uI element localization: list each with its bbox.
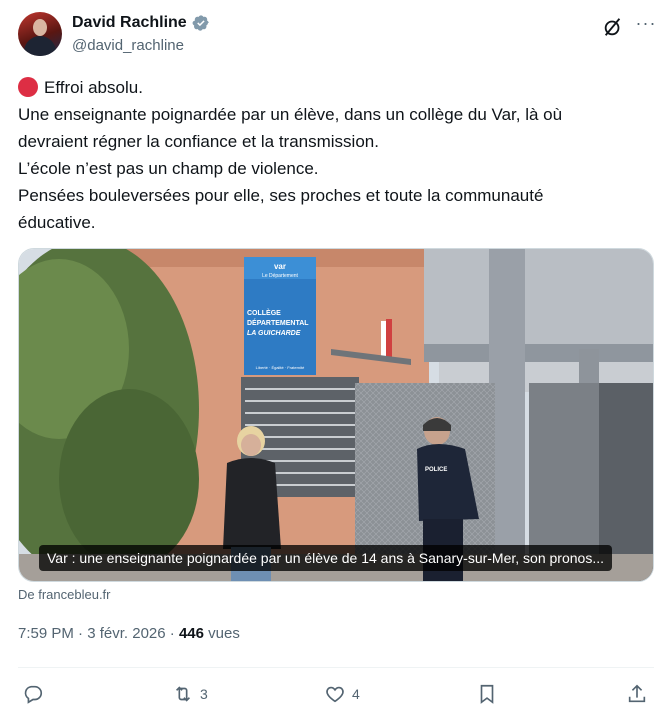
reply-button[interactable] bbox=[22, 678, 50, 710]
sign-motto: Liberté · Égalité · Fraternité bbox=[256, 365, 305, 370]
tweet-header: David Rachline @david_rachline ··· bbox=[18, 12, 658, 60]
sign-brand: var bbox=[274, 262, 286, 271]
repost-button[interactable]: 3 bbox=[172, 678, 208, 710]
name-row: David Rachline bbox=[72, 14, 210, 32]
more-icon[interactable]: ··· bbox=[635, 14, 657, 38]
sign-line-1: COLLÈGE bbox=[247, 308, 281, 317]
red-circle-icon bbox=[18, 77, 38, 97]
tweet-line-5: Pensées bouleversées pour elle, ses proc… bbox=[18, 186, 544, 205]
tweet-line-3: devraient régner la confiance et la tran… bbox=[18, 132, 379, 151]
repost-icon bbox=[175, 686, 191, 702]
share-button[interactable] bbox=[626, 678, 648, 710]
tweet-time[interactable]: 7:59 PM bbox=[18, 625, 74, 642]
display-name[interactable]: David Rachline bbox=[72, 14, 187, 32]
meta-separator: · bbox=[78, 625, 84, 642]
verified-badge-icon bbox=[192, 15, 209, 31]
tweet-meta: 7:59 PM · 3 févr. 2026 · 446 vues bbox=[18, 625, 240, 642]
link-source[interactable]: De francebleu.fr bbox=[18, 587, 111, 602]
reply-icon bbox=[24, 685, 43, 704]
link-card-image[interactable]: var Le Département COLLÈGE DÉPARTEMENTAL… bbox=[18, 248, 654, 582]
like-count: 4 bbox=[352, 686, 360, 702]
views-label: vues bbox=[208, 625, 240, 642]
repost-count: 3 bbox=[200, 686, 208, 702]
avatar-shoulders bbox=[24, 36, 56, 56]
grok-icon[interactable] bbox=[602, 16, 624, 38]
sign-line-3: LA GUICHARDE bbox=[247, 330, 301, 337]
avatar-face bbox=[33, 19, 47, 36]
user-handle[interactable]: @david_rachline bbox=[72, 37, 184, 54]
divider bbox=[18, 667, 654, 668]
bookmark-button[interactable] bbox=[476, 678, 498, 710]
sign-line-2: DÉPARTEMENTAL bbox=[247, 318, 309, 327]
avatar[interactable] bbox=[18, 12, 62, 56]
news-photo: var Le Département COLLÈGE DÉPARTEMENTAL… bbox=[19, 249, 653, 581]
like-icon bbox=[326, 686, 344, 703]
tweet-text: Effroi absolu. Une enseignante poignardé… bbox=[18, 74, 658, 236]
meta-separator-2: · bbox=[169, 625, 175, 642]
like-button[interactable]: 4 bbox=[324, 678, 360, 710]
tweet-line-1: Effroi absolu. bbox=[18, 74, 658, 101]
police-badge: POLICE bbox=[425, 467, 447, 473]
tweet-line-6: éducative. bbox=[18, 213, 96, 232]
tweet-line-4: L’école n’est pas un champ de violence. bbox=[18, 159, 319, 178]
bookmark-icon bbox=[480, 684, 494, 704]
link-card-caption[interactable]: Var : une enseignante poignardée par un … bbox=[39, 545, 612, 571]
action-bar: 3 4 bbox=[18, 678, 654, 710]
sign-sub: Le Département bbox=[262, 273, 298, 279]
share-icon bbox=[628, 684, 646, 703]
views-count: 446 bbox=[178, 625, 204, 642]
tweet-date[interactable]: 3 févr. 2026 bbox=[87, 625, 165, 642]
tweet-line-2: Une enseignante poignardée par un élève,… bbox=[18, 105, 563, 124]
